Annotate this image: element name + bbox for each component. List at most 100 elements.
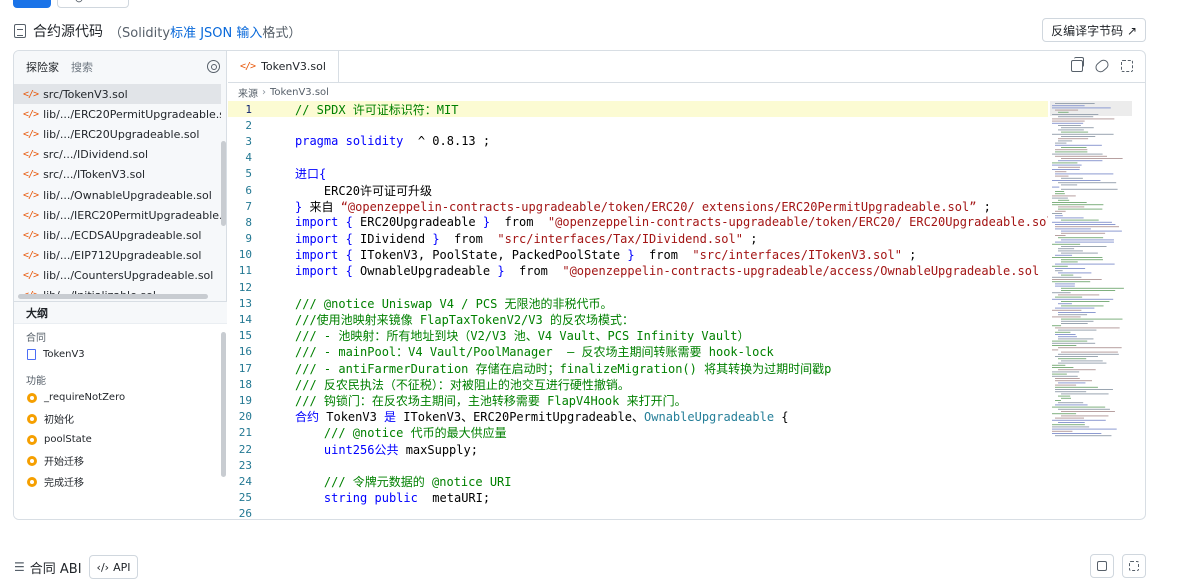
minimap-line xyxy=(1058,338,1094,340)
minimap-line xyxy=(1052,221,1112,223)
minimap-line xyxy=(1061,415,1109,417)
outline-function-item[interactable]: _requireNotZero xyxy=(14,387,227,408)
code-token: ; xyxy=(976,199,991,214)
code-text: uint256公共 maxSupply; xyxy=(274,441,478,458)
code-token: public xyxy=(374,490,418,505)
page-subtitle: （Solidity标准 JSON 输入格式） xyxy=(109,22,301,41)
copy-icon[interactable] xyxy=(1071,57,1084,72)
outline-function-item[interactable]: 完成迁移 xyxy=(14,471,227,492)
minimap-line xyxy=(1058,129,1084,131)
minimap-line xyxy=(1052,265,1068,267)
tab-read[interactable]: ⊙ ··· ··· xyxy=(57,0,129,8)
minimap-line xyxy=(1052,120,1085,122)
file-item-label: lib/.../IERC20PermitUpgradeable.sol xyxy=(43,208,221,222)
minimap-line xyxy=(1058,362,1107,364)
code-icon: ‹/› xyxy=(96,560,110,574)
minimap[interactable] xyxy=(1050,101,1138,441)
code-text: /// @notice Uniswap V4 / PCS 无限池的非税代币。 xyxy=(274,295,613,312)
line-number: 4 xyxy=(245,151,252,165)
outline-function-item[interactable]: 开始迁移 xyxy=(14,450,227,471)
file-item-label: lib/.../ECDSAUpgradeable.sol xyxy=(43,228,202,242)
subtitle-prefix: （Solidity xyxy=(109,25,171,41)
outline-function-label: poolState xyxy=(44,434,92,445)
code-token: "@openzeppelin-contracts-upgradeable/tok… xyxy=(547,215,1048,230)
file-item[interactable]: </> lib/.../OwnableUpgradeable.sol xyxy=(14,185,221,205)
tab-code[interactable] xyxy=(13,0,51,8)
file-item[interactable]: </> lib/.../EIP712Upgradeable.sol xyxy=(14,246,221,266)
breadcrumb-file[interactable]: TokenV3.sol xyxy=(270,87,329,98)
minimap-line xyxy=(1052,279,1102,280)
minimap-line xyxy=(1058,303,1072,305)
minimap-line xyxy=(1052,162,1078,164)
line-number: 15 xyxy=(238,329,252,343)
api-button[interactable]: ‹/› API xyxy=(88,555,139,579)
standard-json-link[interactable]: 标准 JSON 输入 xyxy=(170,26,262,41)
abi-copy-button[interactable] xyxy=(1090,554,1114,578)
minimap-line xyxy=(1052,349,1059,351)
code-file-icon: </> xyxy=(23,128,39,140)
code-text: /// - antiFarmerDuration 存储在启动时；finalize… xyxy=(274,360,831,377)
minimap-line xyxy=(1058,369,1096,371)
outline-function-item[interactable]: poolState xyxy=(14,429,227,450)
file-item[interactable]: </> lib/.../ECDSAUpgradeable.sol xyxy=(14,225,221,245)
tab-search[interactable]: 搜索 xyxy=(71,59,93,75)
file-item[interactable]: </> lib/.../IERC20PermitUpgradeable.sol xyxy=(14,205,221,225)
code-token: } xyxy=(627,247,635,262)
tab-explorer[interactable]: 探险家 xyxy=(26,59,59,75)
minimap-line xyxy=(1052,309,1082,311)
minimap-line xyxy=(1061,239,1114,241)
minimap-line xyxy=(1052,257,1103,258)
minimap-line xyxy=(1058,314,1088,316)
decompile-bytecode-button[interactable]: 反编译字节码 ↗ xyxy=(1042,18,1146,42)
abi-fullscreen-button[interactable] xyxy=(1122,554,1146,578)
outline-contract-item[interactable]: TokenV3 xyxy=(14,344,227,365)
gear-icon[interactable] xyxy=(207,60,220,73)
link-icon[interactable] xyxy=(1093,57,1111,75)
line-number: 3 xyxy=(245,134,252,148)
file-item[interactable]: </> lib/.../CountersUpgradeable.sol xyxy=(14,266,221,286)
file-list-scrollbar[interactable] xyxy=(221,141,226,226)
copy-icon xyxy=(1097,561,1107,571)
fullscreen-icon xyxy=(1129,561,1139,571)
file-item[interactable]: </> lib/.../ERC20Upgradeable.sol xyxy=(14,124,221,144)
code-token: 合约 xyxy=(295,410,320,425)
editor-tab-label: TokenV3.sol xyxy=(261,59,326,73)
file-item-label: lib/.../CountersUpgradeable.sol xyxy=(43,269,214,283)
code-line: 25 string public metaURI; xyxy=(228,490,1048,506)
outline-scrollbar[interactable] xyxy=(221,332,226,477)
editor-tab-tokenv3[interactable]: </> TokenV3.sol xyxy=(228,51,339,82)
minimap-line xyxy=(1058,111,1069,113)
minimap-line xyxy=(1052,105,1085,107)
fullscreen-icon[interactable] xyxy=(1121,60,1133,72)
code-token: 是 xyxy=(384,410,397,425)
minimap-line xyxy=(1055,228,1091,230)
minimap-line xyxy=(1055,296,1083,298)
breadcrumb-root[interactable]: 来源 xyxy=(238,85,258,100)
file-list-horizontal-scrollbar[interactable] xyxy=(18,294,208,299)
minimap-line xyxy=(1052,375,1078,377)
file-item[interactable]: </> src/TokenV3.sol xyxy=(14,84,221,105)
outline-function-item[interactable]: 初始化 xyxy=(14,408,227,429)
minimap-line xyxy=(1061,320,1094,322)
minimap-line xyxy=(1052,276,1082,278)
code-token: "@openzeppelin-contracts-upgradeable/acc… xyxy=(562,263,1048,278)
minimap-line xyxy=(1061,290,1116,291)
code-line: 7} 来自 “@openzeppelin-contracts-upgradeab… xyxy=(228,198,1048,214)
explorer-sidebar: 探险家 搜索 </> src/TokenV3.sol </> lib/.../ERC2… xyxy=(14,51,227,519)
minimap-line xyxy=(1052,202,1087,203)
code-editor[interactable]: 1// SPDX 许可证标识符：MIT 2 3 pragma solidity ^ 0… xyxy=(228,101,1048,519)
minimap-line xyxy=(1052,118,1115,120)
minimap-line xyxy=(1052,204,1104,206)
code-text: /// - mainPool：V4 Vault/PoolManager — 反农… xyxy=(274,343,774,360)
file-item[interactable]: </> src/.../ITokenV3.sol xyxy=(14,165,221,185)
code-line: 6 ERC20许可证可升级 xyxy=(228,182,1048,198)
file-item[interactable]: </> lib/.../ERC20PermitUpgradeable.sol xyxy=(14,104,221,124)
minimap-line xyxy=(1055,175,1069,177)
file-item[interactable]: </> src/.../IDividend.sol xyxy=(14,145,221,165)
code-line: 2 xyxy=(228,117,1048,133)
minimap-line xyxy=(1061,411,1115,412)
outline-contract-label: TokenV3 xyxy=(43,349,85,360)
